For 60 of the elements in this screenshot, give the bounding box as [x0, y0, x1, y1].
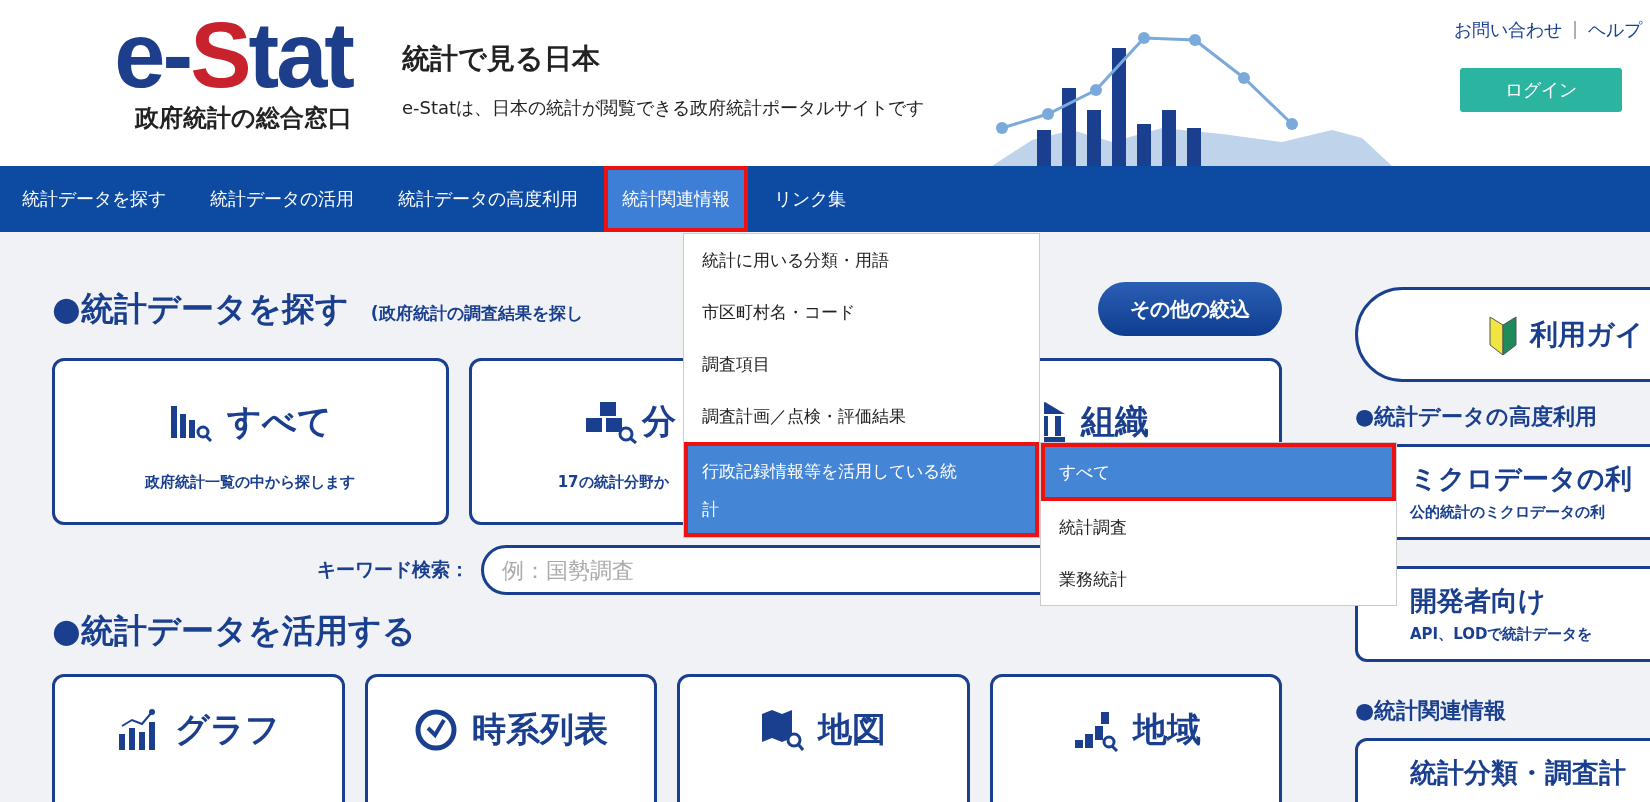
header-link[interactable]: お問い合わせ [1453, 18, 1562, 42]
card-subtitle: 政府統計一覧の中から探します [145, 473, 356, 492]
guide-button[interactable]: 利用ガイ [1355, 287, 1650, 382]
chart-point [1090, 84, 1102, 96]
header-link[interactable]: ヘルプ [1588, 18, 1642, 42]
filter-button[interactable]: その他の絞込 [1098, 282, 1282, 336]
feature-card[interactable]: 地域 [989, 674, 1282, 802]
section-heading: ●統計データの高度利用 [1355, 403, 1599, 431]
section-note: (政府統計の調査結果を探し [370, 301, 583, 325]
card-subtitle: API、LODで統計データを [1410, 625, 1594, 644]
feature-card[interactable]: 地図 [677, 674, 970, 802]
card-title: 分 [641, 400, 676, 443]
card-subtitle: 17の統計分野か [557, 473, 669, 492]
card-title: 統計分類・調査計 [1410, 756, 1627, 790]
feature-card[interactable]: 時系列表 [364, 674, 657, 802]
section-heading: ●統計データを活用する [52, 610, 417, 652]
nav-item[interactable]: リンク集 [756, 166, 864, 232]
logo[interactable]: e-Stat [114, 10, 352, 100]
section-heading: ●統計関連情報 [1355, 697, 1508, 725]
chart-bar [1162, 110, 1176, 166]
chart-point [1138, 32, 1150, 44]
menu-item[interactable]: 統計に用いる分類・用語 [684, 234, 1039, 286]
nav-item[interactable]: 統計データの高度利用 [380, 166, 596, 232]
map-search-icon [760, 708, 805, 752]
submenu-item[interactable]: すべて [1041, 443, 1396, 501]
nav-item[interactable]: 統計関連情報 [604, 166, 748, 232]
card-title: グラフ [174, 708, 280, 751]
link-card[interactable]: 開発者向け API、LODで統計データを [1355, 566, 1650, 662]
nav-item[interactable]: 統計データを探す [4, 166, 184, 232]
card-title: 時系列表 [471, 708, 608, 751]
logo-tagline: 政府統計の総合窓口 [135, 103, 352, 134]
card-title: すべて [226, 400, 332, 443]
chart-point [1238, 72, 1250, 84]
chart-point [1286, 118, 1298, 130]
site-subtitle: e-Statは、日本の統計が閲覧できる政府統計ポータルサイトです [402, 96, 926, 120]
feature-card[interactable]: グラフ [52, 674, 345, 802]
chart-point [1189, 34, 1201, 46]
link-card[interactable]: 統計分類・調査計 [1355, 738, 1650, 802]
card-title: 地域 [1132, 708, 1201, 751]
building-icon [1044, 400, 1068, 444]
chart-point [1042, 108, 1054, 120]
chart-point [996, 122, 1008, 134]
keyword-label: キーワード検索： [317, 557, 469, 582]
clock-icon [413, 708, 458, 752]
card-subtitle: 公的統計のミクロデータの利 [1410, 503, 1606, 522]
site-title: 統計で見る日本 [402, 41, 601, 77]
card-title: ミクロデータの利 [1410, 462, 1633, 496]
search-card[interactable]: すべて 政府統計一覧の中から探します [52, 358, 449, 525]
card-title: 開発者向け [1410, 584, 1547, 618]
menu-item[interactable]: 市区町村名・コード [684, 286, 1039, 338]
chart-bar [1187, 128, 1201, 166]
card-title: 組織 [1081, 400, 1150, 443]
link-separator: | [1571, 18, 1578, 41]
menu-item[interactable]: 行政記録情報等を活用している統計 [684, 442, 1039, 537]
nav-item[interactable]: 統計データの活用 [192, 166, 372, 232]
chart-bar [1087, 110, 1101, 166]
chart-bar [1137, 124, 1151, 166]
section-heading: ●統計データを探す [52, 287, 349, 330]
chart-bar [1037, 130, 1051, 166]
card-title: 地図 [818, 708, 887, 751]
